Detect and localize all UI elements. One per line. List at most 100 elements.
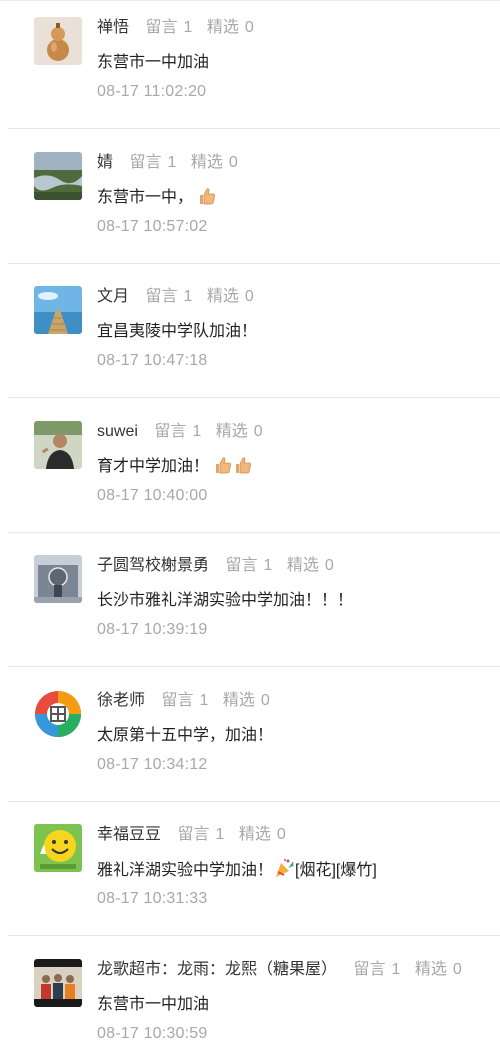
comment-body: 育才中学加油！	[97, 457, 210, 475]
commenter-name[interactable]: 禅悟	[97, 19, 129, 36]
reply-number: 1	[215, 826, 225, 843]
reply-count[interactable]: 留言 1	[225, 557, 272, 574]
reply-count[interactable]: 留言 1	[145, 288, 192, 305]
featured-label: 精选	[238, 826, 271, 843]
comment-meta: 徐老师 留言 1 精选 0	[97, 689, 280, 713]
comment-body: 宜昌夷陵中学队加油！	[97, 323, 258, 340]
commenter-name[interactable]: 婧	[97, 154, 113, 171]
comment-text: 雅礼洋湖实验中学加油！ [烟花][爆竹]	[97, 857, 377, 888]
reply-count[interactable]: 留言 1	[177, 826, 224, 843]
commenter-name[interactable]: 幸福豆豆	[97, 826, 161, 843]
comment-body: 东营市一中，	[97, 188, 194, 206]
reply-number: 1	[183, 288, 193, 305]
boardwalk-avatar[interactable]	[34, 286, 82, 334]
party-popper-icon	[273, 857, 295, 888]
gourd-avatar[interactable]	[34, 17, 82, 65]
reply-label: 留言	[129, 153, 162, 171]
divider	[8, 397, 500, 398]
commenter-name[interactable]: 子圆驾校榭景勇	[97, 557, 209, 574]
reply-count[interactable]: 留言 1	[161, 692, 208, 709]
featured-count[interactable]: 精选 0	[287, 557, 334, 574]
thumbs-up-icon	[197, 186, 217, 215]
comment-time: 08-17 10:57:02	[97, 217, 208, 235]
featured-number: 0	[276, 826, 286, 843]
comment-meta: 婧 留言 1 精选 0	[97, 151, 248, 175]
featured-count[interactable]: 精选 0	[415, 961, 462, 978]
reply-number: 1	[391, 960, 401, 978]
thumbs-up-icon	[213, 455, 233, 484]
comment-item: 徐老师 留言 1 精选 0 太原第十五中学，加油！ 08-17 10:34:12	[0, 673, 500, 808]
reply-label: 留言	[353, 960, 386, 978]
thumbs-up-icon	[233, 455, 253, 484]
comment-time: 08-17 11:02:20	[97, 83, 207, 100]
comment-meta: suwei 留言 1 精选 0	[97, 420, 273, 444]
comment-list: 禅悟 留言 1 精选 0 东营市一中加油 08-17 11:02:20 婧 留言 1 …	[0, 0, 500, 1064]
landscape-avatar[interactable]	[34, 151, 82, 200]
comment-text: 宜昌夷陵中学队加油！	[97, 319, 257, 345]
comment-meta: 幸福豆豆 留言 1 精选 0	[97, 823, 296, 847]
reply-label: 留言	[145, 288, 178, 305]
building-avatar[interactable]	[34, 555, 82, 603]
divider	[8, 262, 500, 264]
comment-body: 东营市一中加油	[97, 54, 210, 71]
comment-item: 幸福豆豆 留言 1 精选 0 雅礼洋湖实验中学加油！ [烟花][爆竹] 08-17 …	[0, 807, 500, 942]
featured-number: 0	[253, 422, 263, 440]
reply-number: 1	[199, 691, 209, 709]
comment-meta: 文月 留言 1 精选 0	[97, 285, 264, 309]
comment-text: 东营市一中加油	[97, 992, 209, 1018]
reply-count[interactable]: 留言 1	[353, 961, 400, 978]
emoji-code-text: [烟花][爆竹]	[295, 862, 377, 879]
featured-label: 精选	[206, 19, 239, 36]
person-avatar[interactable]	[34, 420, 82, 469]
reply-label: 留言	[145, 19, 178, 36]
group-photo-avatar[interactable]	[34, 958, 82, 1007]
comment-meta: 禅悟 留言 1 精选 0	[97, 16, 264, 40]
comment-text: 长沙市雅礼洋湖实验中学加油！！！	[97, 588, 353, 614]
featured-count[interactable]: 精选 0	[207, 19, 254, 36]
reply-label: 留言	[225, 557, 258, 574]
featured-count[interactable]: 精选 0	[216, 423, 263, 440]
reply-count[interactable]: 留言 1	[129, 154, 176, 171]
featured-count[interactable]: 精选 0	[191, 154, 238, 171]
smiley-avatar[interactable]	[34, 824, 82, 872]
featured-number: 0	[244, 19, 254, 36]
divider	[8, 531, 500, 533]
reply-count[interactable]: 留言 1	[154, 423, 201, 440]
reply-number: 1	[167, 153, 177, 171]
commenter-name[interactable]: 龙歌超市：龙雨：龙熙（糖果屋）	[97, 961, 337, 978]
featured-count[interactable]: 精选 0	[207, 288, 254, 305]
divider	[8, 935, 500, 936]
comment-body: 东营市一中加油	[97, 995, 210, 1013]
featured-count[interactable]: 精选 0	[239, 826, 286, 843]
featured-label: 精选	[215, 422, 248, 440]
comment-meta: 龙歌超市：龙雨：龙熙（糖果屋） 留言 1 精选 0	[97, 958, 472, 982]
commenter-name[interactable]: 徐老师	[97, 692, 145, 709]
commenter-name[interactable]: suwei	[97, 423, 138, 440]
comment-body: 长沙市雅礼洋湖实验中学加油！！！	[97, 592, 354, 609]
comment-body: 太原第十五中学，加油！	[97, 726, 274, 744]
comment-item: suwei 留言 1 精选 0 育才中学加油！ 08-17 10:40:00	[0, 404, 500, 539]
reply-number: 1	[263, 557, 273, 574]
reply-count[interactable]: 留言 1	[145, 19, 192, 36]
featured-number: 0	[260, 691, 270, 709]
comment-item: 婧 留言 1 精选 0 东营市一中， 08-17 10:57:02	[0, 135, 500, 270]
reply-label: 留言	[177, 826, 210, 843]
featured-label: 精选	[222, 691, 255, 709]
comment-body: 雅礼洋湖实验中学加油！	[97, 862, 274, 879]
commenter-name[interactable]: 文月	[97, 288, 129, 305]
divider	[8, 666, 500, 667]
reply-label: 留言	[161, 691, 194, 709]
featured-count[interactable]: 精选 0	[223, 692, 270, 709]
comment-time: 08-17 10:39:19	[97, 621, 208, 638]
comment-text: 东营市一中，	[97, 185, 217, 215]
featured-label: 精选	[206, 288, 239, 305]
colorful-logo-avatar[interactable]	[34, 689, 82, 738]
featured-number: 0	[452, 960, 462, 978]
comment-time: 08-17 10:47:18	[97, 352, 208, 369]
comment-item: 龙歌超市：龙雨：龙熙（糖果屋） 留言 1 精选 0 东营市一中加油 08-17 10…	[0, 942, 500, 1064]
comment-item: 文月 留言 1 精选 0 宜昌夷陵中学队加油！ 08-17 10:47:18	[0, 269, 500, 404]
comment-time: 08-17 10:40:00	[97, 486, 208, 504]
featured-label: 精选	[190, 153, 223, 171]
comment-time: 08-17 10:31:33	[97, 890, 208, 907]
comment-text: 太原第十五中学，加油！	[97, 723, 273, 749]
